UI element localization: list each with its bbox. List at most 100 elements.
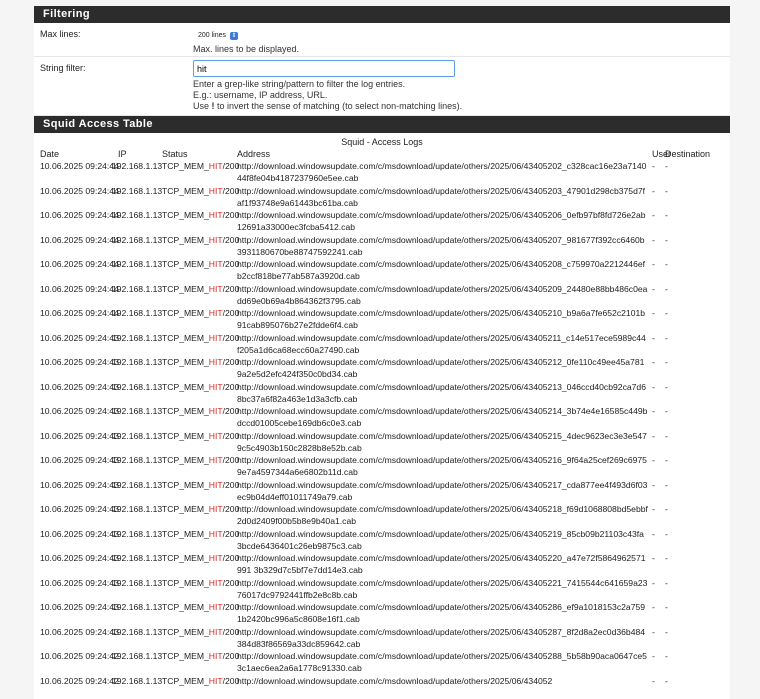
string-filter-help-line3: Use ! to invert the sense of matching (t… [193,101,730,112]
max-lines-select[interactable]: 200 lines ⇕ [193,31,241,41]
cell-date: 10.06.2025 09:24:43 [34,332,112,357]
access-log-body: 10.06.2025 09:24:44192.168.1.13TCP_MEM_H… [34,160,730,699]
max-lines-field: 200 lines ⇕ Max. lines to be displayed. [193,23,730,56]
cell-status: TCP_MEM_HIT/200 [162,283,237,308]
cell-ip: 192.168.1.13 [112,528,162,553]
cell-destination: - [665,454,730,479]
cell-date: 10.06.2025 09:24:43 [34,601,112,626]
cell-destination: - [665,528,730,553]
table-row: 10.06.2025 09:24:43192.168.1.13TCP_MEM_H… [34,454,730,479]
cell-status: TCP_MEM_HIT/200 [162,258,237,283]
cell-ip: 192.168.1.13 [112,160,162,185]
header-date: Date [34,148,112,160]
status-hit: HIT [209,480,223,490]
help-invert-text: to invert the sense of matching (to sele… [215,101,463,111]
cell-address: http://download.windowsupdate.com/c/msdo… [237,430,648,455]
cell-address: http://download.windowsupdate.com/c/msdo… [237,528,648,553]
cell-date: 10.06.2025 09:24:43 [34,381,112,406]
cell-user: - [648,332,665,357]
cell-date: 10.06.2025 09:24:43 [34,479,112,504]
cell-address: http://download.windowsupdate.com/c/msdo… [237,258,648,283]
cell-date: 10.06.2025 09:24:42 [34,675,112,699]
max-lines-value: 200 lines [198,32,226,39]
cell-date: 10.06.2025 09:24:44 [34,160,112,185]
cell-ip: 192.168.1.13 [112,626,162,651]
string-filter-help: Enter a grep-like string/pattern to filt… [193,79,730,112]
cell-address: http://download.windowsupdate.com/c/msdo… [237,283,648,308]
status-hit: HIT [209,431,223,441]
status-hit: HIT [209,382,223,392]
cell-destination: - [665,430,730,455]
status-hit: HIT [209,161,223,171]
max-lines-label: Max lines: [34,23,193,56]
status-hit: HIT [209,259,223,269]
cell-destination: - [665,552,730,577]
string-filter-field: Enter a grep-like string/pattern to filt… [193,57,730,115]
cell-status: TCP_MEM_HIT/200 [162,650,237,675]
cell-destination: - [665,479,730,504]
table-row: 10.06.2025 09:24:43192.168.1.13TCP_MEM_H… [34,601,730,626]
cell-destination: - [665,675,730,699]
cell-status: TCP_MEM_HIT/200 [162,405,237,430]
status-hit: HIT [209,308,223,318]
cell-status: TCP_MEM_HIT/200 [162,601,237,626]
cell-status: TCP_MEM_HIT/200 [162,185,237,210]
table-row: 10.06.2025 09:24:42192.168.1.13TCP_MEM_H… [34,675,730,699]
cell-address: http://download.windowsupdate.com/c/msdo… [237,185,648,210]
status-hit: HIT [209,284,223,294]
string-filter-help-line1: Enter a grep-like string/pattern to filt… [193,79,730,90]
cell-ip: 192.168.1.13 [112,332,162,357]
header-user: User [648,148,665,160]
cell-destination: - [665,650,730,675]
cell-destination: - [665,503,730,528]
cell-address: http://download.windowsupdate.com/c/msdo… [237,503,648,528]
table-row: 10.06.2025 09:24:43192.168.1.13TCP_MEM_H… [34,528,730,553]
cell-status: TCP_MEM_HIT/200 [162,381,237,406]
cell-status: TCP_MEM_HIT/200 [162,675,237,699]
status-hit: HIT [209,455,223,465]
cell-ip: 192.168.1.13 [112,675,162,699]
string-filter-input[interactable] [193,60,455,77]
access-table-heading: Squid Access Table [34,116,730,133]
cell-status: TCP_MEM_HIT/200 [162,528,237,553]
cell-destination: - [665,307,730,332]
table-row: 10.06.2025 09:24:43192.168.1.13TCP_MEM_H… [34,381,730,406]
cell-address: http://download.windowsupdate.com/c/msdo… [237,381,648,406]
cell-ip: 192.168.1.13 [112,234,162,259]
status-hit: HIT [209,357,223,367]
cell-user: - [648,601,665,626]
table-header-row: Date IP Status Address User Destination [34,148,730,160]
cell-user: - [648,626,665,651]
table-row: 10.06.2025 09:24:44192.168.1.13TCP_MEM_H… [34,307,730,332]
table-row: 10.06.2025 09:24:44192.168.1.13TCP_MEM_H… [34,283,730,308]
cell-status: TCP_MEM_HIT/200 [162,356,237,381]
status-hit: HIT [209,406,223,416]
table-row: 10.06.2025 09:24:44192.168.1.13TCP_MEM_H… [34,160,730,185]
cell-address: http://download.windowsupdate.com/c/msdo… [237,454,648,479]
status-hit: HIT [209,651,223,661]
cell-date: 10.06.2025 09:24:43 [34,577,112,602]
string-filter-help-line2: E.g.: username, IP address, URL. [193,90,730,101]
cell-address: http://download.windowsupdate.com/c/msdo… [237,479,648,504]
cell-ip: 192.168.1.13 [112,503,162,528]
header-address: Address [237,148,648,160]
cell-address: http://download.windowsupdate.com/c/msdo… [237,332,648,357]
cell-ip: 192.168.1.13 [112,381,162,406]
cell-date: 10.06.2025 09:24:43 [34,626,112,651]
cell-address: http://download.windowsupdate.com/c/msdo… [237,626,648,651]
cell-user: - [648,650,665,675]
status-hit: HIT [209,504,223,514]
cell-status: TCP_MEM_HIT/200 [162,577,237,602]
cell-date: 10.06.2025 09:24:43 [34,528,112,553]
cell-date: 10.06.2025 09:24:44 [34,234,112,259]
table-row: 10.06.2025 09:24:43192.168.1.13TCP_MEM_H… [34,503,730,528]
cell-date: 10.06.2025 09:24:43 [34,503,112,528]
cell-address: http://download.windowsupdate.com/c/msdo… [237,601,648,626]
cell-ip: 192.168.1.13 [112,577,162,602]
max-lines-help: Max. lines to be displayed. [193,44,730,55]
cell-status: TCP_MEM_HIT/200 [162,307,237,332]
cell-destination: - [665,626,730,651]
header-status: Status [162,148,237,160]
cell-address: http://download.windowsupdate.com/c/msdo… [237,650,648,675]
cell-status: TCP_MEM_HIT/200 [162,552,237,577]
